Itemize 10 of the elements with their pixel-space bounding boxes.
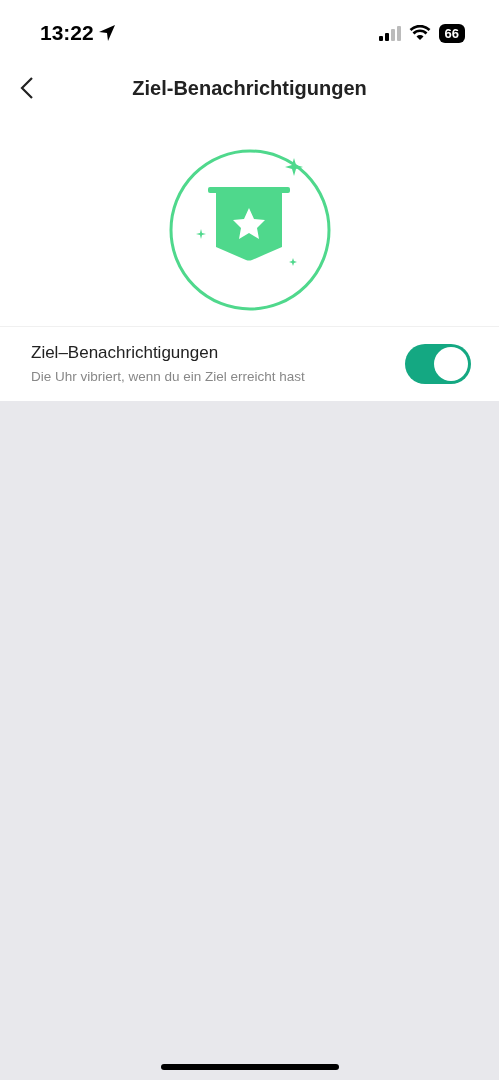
page-title: Ziel-Benachrichtigungen — [132, 76, 367, 100]
signal-icon — [378, 25, 401, 41]
location-arrow-icon — [97, 24, 116, 42]
setting-label: Ziel–Benachrichtigungen — [31, 343, 220, 363]
battery-level: 66 — [438, 23, 465, 43]
setting-description: Die Uhr vibriert, wenn du ein Ziel erreicht hast — [31, 369, 305, 384]
status-time: 13:22 — [40, 21, 94, 45]
back-icon[interactable] — [20, 76, 34, 100]
wifi-icon — [408, 25, 431, 41]
toggle-switch[interactable] — [405, 343, 471, 384]
